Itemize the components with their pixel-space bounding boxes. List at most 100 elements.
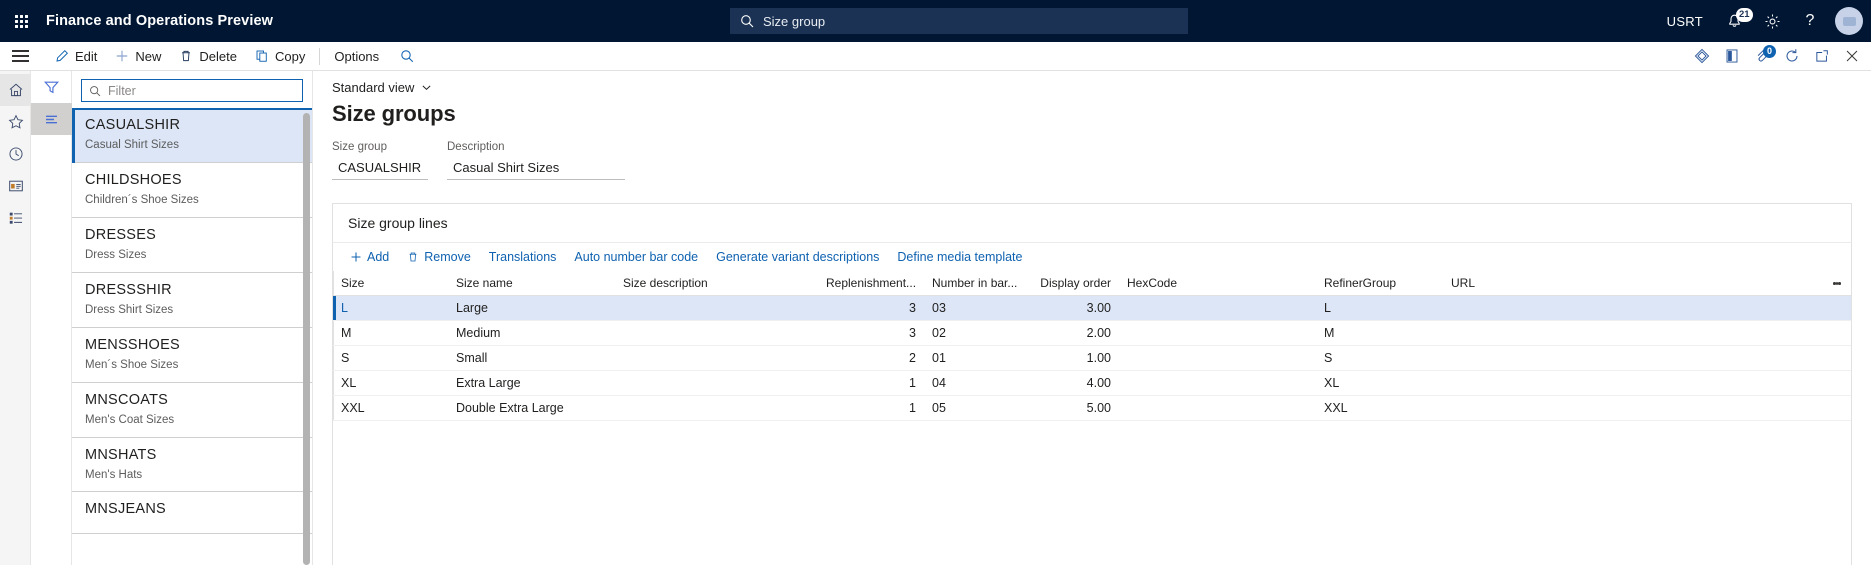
list-item[interactable]: CASUALSHIR Casual Shirt Sizes: [72, 108, 312, 163]
size-group-field-input[interactable]: CASUALSHIR: [332, 158, 428, 180]
cell-number-in-bar[interactable]: 04: [924, 376, 1019, 390]
sidebar-item-recent[interactable]: [0, 138, 31, 170]
copy-button[interactable]: Copy: [246, 42, 314, 71]
cell-refinergroup[interactable]: M: [1316, 326, 1443, 340]
cell-size[interactable]: XL: [333, 376, 448, 390]
translations-button[interactable]: Translations: [480, 243, 566, 272]
delete-button[interactable]: Delete: [170, 42, 246, 71]
list-item-code: MNSCOATS: [85, 391, 301, 409]
cell-size[interactable]: XXL: [333, 401, 448, 415]
cell-refinergroup[interactable]: L: [1316, 301, 1443, 315]
records-list: CASUALSHIR Casual Shirt Sizes CHILDSHOES…: [72, 108, 312, 564]
cell-size-name[interactable]: Double Extra Large: [448, 401, 615, 415]
table-row[interactable]: XXL Double Extra Large 1 05 5.00 XXL: [333, 396, 1851, 421]
cell-size-name[interactable]: Extra Large: [448, 376, 615, 390]
app-launcher-icon[interactable]: [0, 0, 42, 42]
table-row[interactable]: L Large 3 03 3.00 L: [333, 296, 1851, 321]
table-row[interactable]: XL Extra Large 1 04 4.00 XL: [333, 371, 1851, 396]
attachments-icon[interactable]: 0: [1747, 42, 1777, 71]
cell-display-order[interactable]: 5.00: [1019, 401, 1119, 415]
cell-replenishment[interactable]: 3: [818, 326, 924, 340]
cell-size-name[interactable]: Large: [448, 301, 615, 315]
column-header-number-in-bar[interactable]: Number in bar...: [924, 276, 1019, 290]
cell-number-in-bar[interactable]: 02: [924, 326, 1019, 340]
hamburger-menu-icon[interactable]: [2, 42, 38, 71]
list-item[interactable]: MNSHATS Men's Hats: [72, 438, 312, 493]
bell-icon[interactable]: 21: [1715, 0, 1753, 42]
remove-button[interactable]: Remove: [398, 243, 480, 272]
share-icon[interactable]: [1687, 42, 1717, 71]
sidebar-item-modules[interactable]: [0, 202, 31, 234]
cell-replenishment[interactable]: 3: [818, 301, 924, 315]
cell-size[interactable]: M: [333, 326, 448, 340]
define-media-template-button[interactable]: Define media template: [888, 243, 1031, 272]
new-button[interactable]: New: [106, 42, 170, 71]
define-media-template-button-label: Define media template: [897, 250, 1022, 264]
more-options-icon[interactable]: [1829, 271, 1845, 296]
cell-size-name[interactable]: Small: [448, 351, 615, 365]
column-header-replenishment[interactable]: Replenishment...: [818, 276, 924, 290]
command-search-button[interactable]: [388, 42, 426, 71]
list-scrollbar-thumb[interactable]: [303, 113, 310, 565]
view-selector[interactable]: Standard view: [332, 80, 432, 95]
sidebar-item-favorites[interactable]: [0, 106, 31, 138]
list-item[interactable]: DRESSSHIR Dress Shirt Sizes: [72, 273, 312, 328]
gear-icon[interactable]: [1753, 0, 1791, 42]
list-item[interactable]: MENSSHOES Men´s Shoe Sizes: [72, 328, 312, 383]
list-item[interactable]: DRESSES Dress Sizes: [72, 218, 312, 273]
cell-display-order[interactable]: 2.00: [1019, 326, 1119, 340]
cell-number-in-bar[interactable]: 03: [924, 301, 1019, 315]
cell-replenishment[interactable]: 1: [818, 401, 924, 415]
column-header-refinergroup[interactable]: RefinerGroup: [1316, 276, 1443, 290]
add-button[interactable]: Add: [341, 243, 398, 272]
list-scrollbar[interactable]: [303, 113, 310, 565]
company-indicator[interactable]: USRT: [1655, 0, 1715, 42]
table-row[interactable]: M Medium 3 02 2.00 M: [333, 321, 1851, 346]
cell-display-order[interactable]: 3.00: [1019, 301, 1119, 315]
generate-variant-descriptions-button[interactable]: Generate variant descriptions: [707, 243, 888, 272]
column-header-size[interactable]: Size: [333, 276, 448, 290]
attachment-count-badge: 0: [1763, 45, 1776, 58]
table-row[interactable]: S Small 2 01 1.00 S: [333, 346, 1851, 371]
cell-refinergroup[interactable]: S: [1316, 351, 1443, 365]
popout-icon[interactable]: [1807, 42, 1837, 71]
list-item[interactable]: MNSJEANS: [72, 492, 312, 533]
cell-size[interactable]: L: [333, 301, 448, 315]
filter-icon[interactable]: [31, 71, 72, 103]
cell-refinergroup[interactable]: XL: [1316, 376, 1443, 390]
column-header-display-order[interactable]: Display order: [1019, 276, 1119, 290]
global-search-box[interactable]: Size group: [730, 8, 1188, 34]
list-item[interactable]: MNSCOATS Men's Coat Sizes: [72, 383, 312, 438]
cell-number-in-bar[interactable]: 01: [924, 351, 1019, 365]
description-field-input[interactable]: Casual Shirt Sizes: [447, 158, 625, 180]
cell-refinergroup[interactable]: XXL: [1316, 401, 1443, 415]
column-header-size-name[interactable]: Size name: [448, 276, 615, 290]
cell-replenishment[interactable]: 1: [818, 376, 924, 390]
auto-number-bar-code-button[interactable]: Auto number bar code: [565, 243, 707, 272]
sidebar-item-workspaces[interactable]: [0, 170, 31, 202]
column-header-size-description[interactable]: Size description: [615, 276, 818, 290]
options-button-label: Options: [334, 49, 379, 64]
cell-size[interactable]: S: [333, 351, 448, 365]
options-button[interactable]: Options: [325, 42, 388, 71]
cell-size-name[interactable]: Medium: [448, 326, 615, 340]
close-icon[interactable]: [1837, 42, 1867, 71]
command-bar-right-actions: 0: [1687, 42, 1867, 71]
panel-toggle-strip: [31, 71, 72, 565]
list-item[interactable]: CHILDSHOES Children´s Shoe Sizes: [72, 163, 312, 218]
filter-input[interactable]: Filter: [81, 79, 303, 102]
avatar[interactable]: [1835, 7, 1863, 35]
question-mark-icon[interactable]: ?: [1791, 0, 1829, 42]
open-in-new-window-icon[interactable]: [1717, 42, 1747, 71]
sidebar-item-home[interactable]: [0, 74, 31, 106]
translations-button-label: Translations: [489, 250, 557, 264]
column-header-hexcode[interactable]: HexCode: [1119, 276, 1316, 290]
column-header-url[interactable]: URL: [1443, 276, 1693, 290]
edit-button[interactable]: Edit: [46, 42, 106, 71]
cell-number-in-bar[interactable]: 05: [924, 401, 1019, 415]
cell-replenishment[interactable]: 2: [818, 351, 924, 365]
cell-display-order[interactable]: 1.00: [1019, 351, 1119, 365]
cell-display-order[interactable]: 4.00: [1019, 376, 1119, 390]
list-view-icon[interactable]: [31, 103, 72, 135]
refresh-icon[interactable]: [1777, 42, 1807, 71]
